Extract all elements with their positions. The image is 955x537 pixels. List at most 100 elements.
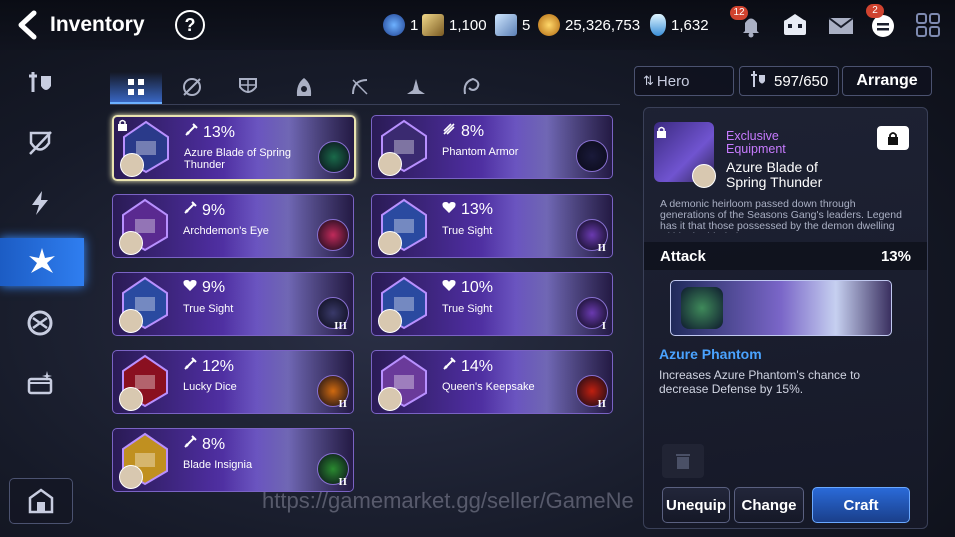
hero-name: Azure Phantom	[659, 346, 762, 362]
mail-icon[interactable]	[826, 10, 856, 40]
arrange-button[interactable]: Arrange	[842, 66, 932, 96]
nav-broken-shield-icon[interactable]	[22, 125, 58, 161]
top-bar: Inventory ? 1 1,100 5 25,326,753 1,632 1…	[0, 0, 955, 50]
watermark-text: https://gamemarket.gg/seller/GameNe	[262, 488, 634, 513]
leifs-icon	[422, 14, 444, 36]
stat-value: 12%	[202, 357, 235, 375]
skill-icon	[681, 287, 723, 329]
inventory-capacity: 597/650	[739, 66, 839, 96]
equipment-card[interactable]: 9% True Sight III	[112, 272, 354, 336]
help-icon[interactable]: ?	[175, 10, 205, 40]
hero-avatar	[120, 153, 144, 177]
stat-row: Attack 13%	[644, 242, 927, 270]
nav-exclusive-equipment-icon[interactable]	[0, 238, 84, 286]
hero-avatar	[119, 309, 143, 333]
tab-thief-hood-icon[interactable]	[278, 72, 330, 102]
stat-line: 13%	[184, 123, 235, 142]
health-icon	[183, 279, 197, 297]
nav-chest-icon[interactable]	[22, 365, 58, 401]
lock-icon	[657, 126, 666, 138]
equipment-card[interactable]: 13% Azure Blade of Spring Thunder	[112, 115, 356, 181]
crit-icon	[442, 122, 456, 141]
bell-badge: 12	[730, 6, 748, 20]
menu-grid-icon[interactable]	[913, 10, 943, 40]
item-description: A demonic heirloom passed down through g…	[660, 199, 902, 233]
lock-toggle-button[interactable]	[877, 126, 909, 150]
resource-stigma[interactable]: 1	[383, 14, 418, 36]
health-icon	[442, 279, 456, 297]
equipment-name: Archdemon's Eye	[183, 225, 269, 237]
discard-button[interactable]	[662, 444, 704, 478]
rank-numeral: II	[597, 242, 606, 254]
equipment-card[interactable]: 14% Queen's Keepsake II	[371, 350, 613, 414]
unequip-button[interactable]: Unequip	[662, 487, 730, 523]
equipment-card[interactable]: 8% Blade Insignia II	[112, 428, 354, 492]
back-arrow-icon[interactable]	[14, 10, 42, 40]
hero-avatar	[378, 387, 402, 411]
equipment-card[interactable]: 12% Lucky Dice II	[112, 350, 354, 414]
health-icon	[442, 201, 456, 219]
stat-line: 12%	[183, 357, 234, 376]
nav-materials-icon[interactable]	[22, 305, 58, 341]
hero-avatar	[378, 231, 402, 255]
equipment-name: Blade Insignia	[183, 459, 253, 471]
chat-icon[interactable]: 2	[866, 4, 898, 40]
resource-mystic-medal[interactable]: 5	[495, 14, 530, 36]
tab-shield-icon[interactable]	[222, 72, 274, 102]
equipment-name: True Sight	[442, 225, 493, 237]
skill-emblem-icon	[318, 141, 350, 173]
stat-line: 9%	[183, 201, 225, 220]
sort-dropdown[interactable]: ⇅ Hero	[634, 66, 734, 96]
stat-line: 10%	[442, 279, 493, 297]
lock-icon	[118, 119, 127, 131]
item-detail-panel: Exclusive Equipment Azure Blade of Sprin…	[643, 107, 928, 529]
effect-description: Increases Azure Phantom's chance to decr…	[659, 368, 861, 396]
tab-all-grid-icon[interactable]	[110, 72, 162, 104]
hero-avatar	[119, 387, 143, 411]
stigma-icon	[383, 14, 405, 36]
tab-mage-hat-icon[interactable]	[390, 72, 442, 102]
rank-numeral: II	[338, 476, 347, 488]
item-name: Azure Blade of Spring Thunder	[726, 159, 823, 190]
nav-artifact-lightning-icon[interactable]	[22, 185, 58, 221]
resource-skystone[interactable]: 1,632	[650, 14, 709, 36]
stat-line: 8%	[183, 435, 225, 454]
mystic-medal-icon	[495, 14, 517, 36]
hero-skill-banner	[670, 280, 892, 336]
rank-numeral: II	[597, 398, 606, 410]
sort-icon: ⇅	[643, 73, 654, 88]
bell-icon[interactable]: 12	[730, 6, 766, 40]
tab-soul-weaver-icon[interactable]	[446, 72, 498, 102]
tab-ranger-bow-icon[interactable]	[334, 72, 386, 102]
equipment-card[interactable]: 10% True Sight I	[371, 272, 613, 336]
resource-gold[interactable]: 25,326,753	[538, 14, 640, 36]
rank-numeral: III	[334, 320, 347, 332]
equipment-name: Lucky Dice	[183, 381, 237, 393]
stat-value: 8%	[461, 122, 485, 140]
change-button[interactable]: Change	[734, 487, 804, 523]
attack-icon	[184, 123, 198, 142]
craft-button[interactable]: Craft	[812, 487, 910, 523]
equipment-card[interactable]: 8% Phantom Armor	[371, 115, 613, 179]
stat-value: 13%	[461, 201, 494, 218]
storage-button[interactable]	[9, 478, 73, 524]
equipment-filter-tabs	[110, 70, 620, 105]
nav-weapon-armor-icon[interactable]	[22, 65, 58, 101]
stat-line: 13%	[442, 201, 493, 219]
resource-leifs[interactable]: 1,100	[422, 14, 487, 36]
stat-value: 13%	[880, 248, 911, 265]
equipment-card[interactable]: 13% True Sight II	[371, 194, 613, 258]
guild-icon[interactable]	[780, 10, 810, 40]
stat-value: 10%	[461, 279, 494, 296]
equipment-name: Phantom Armor	[442, 146, 519, 158]
equipment-card[interactable]: 9% Archdemon's Eye	[112, 194, 354, 258]
tab-knight-icon[interactable]	[166, 72, 218, 102]
rank-numeral: II	[338, 398, 347, 410]
hero-avatar	[378, 309, 402, 333]
item-type-label: Exclusive Equipment	[726, 129, 786, 156]
attack-icon	[183, 201, 197, 220]
stat-label: Attack	[660, 248, 706, 265]
equipment-name: Queen's Keepsake	[442, 381, 535, 393]
storage-building-icon	[28, 488, 54, 514]
attack-icon	[442, 357, 456, 376]
